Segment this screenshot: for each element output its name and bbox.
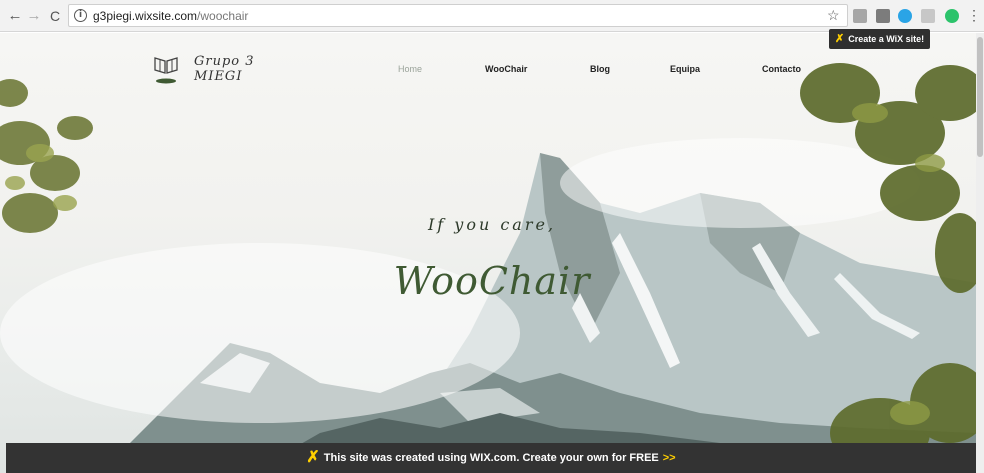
extension-icon[interactable] — [853, 9, 867, 23]
logo-line-2: MIEGI — [194, 69, 243, 84]
back-arrow-icon[interactable]: ← — [6, 7, 24, 25]
nav-blog[interactable]: Blog — [590, 64, 610, 74]
info-icon[interactable]: i — [74, 9, 87, 22]
wix-logo-icon: ✗ — [306, 449, 320, 466]
hero-title: WooChair — [393, 259, 591, 303]
address-bar[interactable]: i g3piegi.wixsite.com/woochair — [68, 4, 848, 27]
nav-equipa[interactable]: Equipa — [670, 64, 700, 74]
nav-home[interactable]: Home — [398, 64, 422, 74]
extension-icon[interactable] — [921, 9, 935, 23]
hero-tagline: If you care, — [427, 215, 557, 234]
reload-icon[interactable]: C — [46, 7, 64, 25]
url-path: /woochair — [197, 9, 249, 23]
browser-menu-icon[interactable]: ⋮ — [967, 7, 981, 24]
site-logo-text[interactable]: Grupo 3 MIEGI — [194, 54, 255, 84]
grammarly-icon[interactable] — [945, 9, 959, 23]
nav-contacto[interactable]: Contacto — [762, 64, 801, 74]
scrollbar-thumb[interactable] — [977, 37, 983, 157]
page-scrollbar[interactable] — [976, 33, 984, 473]
book-logo-icon[interactable] — [153, 55, 179, 85]
url-host: g3piegi.wixsite.com — [93, 9, 198, 23]
skype-icon[interactable] — [898, 9, 912, 23]
wix-banner-text: This site was created using WIX.com. Cre… — [323, 452, 659, 464]
forward-arrow-icon[interactable]: → — [25, 7, 43, 25]
wix-badge-label: Create a WiX site! — [848, 34, 925, 44]
create-wix-site-badge[interactable]: ✗ Create a WiX site! — [829, 29, 931, 49]
wix-banner[interactable]: ✗ This site was created using WIX.com. Cr… — [6, 443, 976, 473]
browser-toolbar: ← → C i g3piegi.wixsite.com/woochair ☆ ⋮ — [0, 0, 984, 32]
mountain-background — [0, 63, 976, 473]
extension-icon[interactable] — [876, 9, 890, 23]
wix-banner-arrows: >> — [662, 452, 676, 464]
hero-section: Grupo 3 MIEGI Home WooChair Blog Equipa … — [0, 33, 976, 473]
bookmark-star-icon[interactable]: ☆ — [827, 7, 840, 24]
nav-woochair[interactable]: WooChair — [485, 64, 527, 74]
wix-logo-icon: ✗ — [835, 33, 845, 45]
url-text: g3piegi.wixsite.com/woochair — [93, 9, 248, 23]
page-viewport: Grupo 3 MIEGI Home WooChair Blog Equipa … — [0, 33, 976, 473]
logo-line-1: Grupo 3 — [194, 54, 255, 69]
